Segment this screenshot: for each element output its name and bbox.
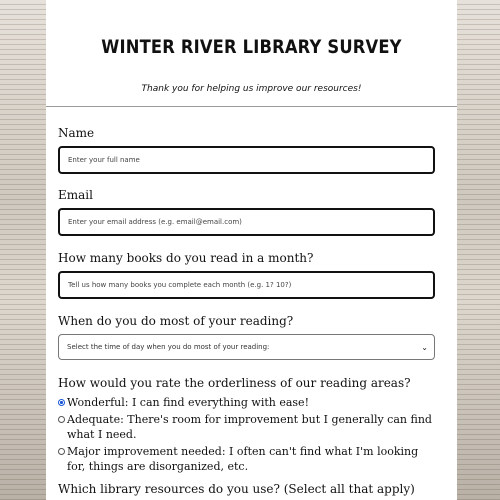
orderliness-option-wonderful[interactable]: Wonderful: I can find everything with ea…: [58, 395, 435, 410]
email-label: Email: [58, 188, 93, 202]
email-field-group: Email: [58, 188, 435, 236]
reading-time-selected-value: Select the time of day when you do most …: [67, 343, 270, 351]
orderliness-option-label: Adequate: There's room for improvement b…: [67, 413, 432, 441]
orderliness-field-group: How would you rate the orderliness of ou…: [58, 376, 435, 474]
orderliness-label: How would you rate the orderliness of ou…: [58, 376, 411, 390]
reading-time-label: When do you do most of your reading?: [58, 314, 294, 328]
chevron-down-icon: ⌄: [421, 342, 428, 352]
orderliness-option-adequate[interactable]: Adequate: There's room for improvement b…: [58, 412, 435, 442]
page-title: WINTER RIVER LIBRARY SURVEY: [101, 36, 402, 58]
survey-form: WINTER RIVER LIBRARY SURVEY Thank you fo…: [46, 0, 457, 500]
radio-button[interactable]: [58, 416, 65, 423]
header-divider: [46, 106, 457, 107]
name-label: Name: [58, 126, 95, 140]
books-label: How many books do you read in a month?: [58, 251, 314, 265]
background-book-pages-left: [0, 0, 46, 500]
resources-label: Which library resources do you use? (Sel…: [58, 482, 415, 496]
name-field-group: Name: [58, 126, 435, 174]
orderliness-option-label: Major improvement needed: I often can't …: [67, 445, 419, 473]
radio-button[interactable]: [58, 448, 65, 455]
name-input[interactable]: [58, 146, 435, 174]
radio-button-checked[interactable]: [58, 399, 65, 406]
books-input[interactable]: [58, 271, 435, 299]
books-field-group: How many books do you read in a month?: [58, 251, 435, 299]
orderliness-option-major-improvement[interactable]: Major improvement needed: I often can't …: [58, 444, 435, 474]
orderliness-option-label: Wonderful: I can find everything with ea…: [67, 396, 309, 409]
reading-time-select[interactable]: Select the time of day when you do most …: [58, 334, 435, 360]
page-subtitle: Thank you for helping us improve our res…: [141, 84, 362, 94]
resources-field-group: Which library resources do you use? (Sel…: [58, 482, 435, 496]
email-input[interactable]: [58, 208, 435, 236]
reading-time-field-group: When do you do most of your reading? Sel…: [58, 314, 435, 360]
background-book-pages-right: [457, 0, 500, 500]
